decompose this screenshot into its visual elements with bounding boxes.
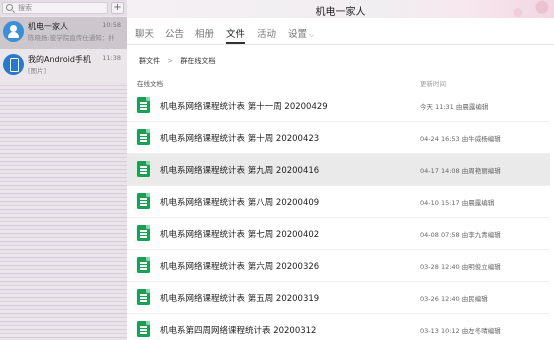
file-name: 机电系网络课程统计表 第七周 20200402 — [160, 230, 320, 240]
file-row[interactable]: 机电系网络课程统计表 第七周 20200402 04-08 07:58 由李九青… — [127, 218, 554, 250]
chat-time: 10:58 — [102, 21, 121, 29]
search-placeholder: 搜索 — [18, 4, 32, 12]
file-row[interactable]: 机电系网络课程统计表 第八周 20200409 04-10 15:17 由晨露编… — [127, 186, 554, 218]
spreadsheet-icon — [137, 129, 150, 145]
title-bar: 机电一家人 — [127, 0, 554, 18]
chat-item-android[interactable]: 我的Android手机 11:38 [图片] — [0, 50, 127, 82]
tab-album[interactable]: 相册 — [195, 26, 214, 40]
tab-chat[interactable]: 聊天 — [135, 26, 154, 40]
main-panel: 机电一家人 聊天 公告 相册 文件 活动 设置 ⌵ 群文件 > 群在线文档 在线文… — [127, 0, 554, 340]
tab-announcement[interactable]: 公告 — [165, 26, 184, 40]
chevron-down-icon: ⌵ — [309, 31, 315, 39]
conversation-sidebar: 搜索 + 机电一家人 10:58 陈晓扬:彼学院直传仕通知：扑 我的Androi… — [0, 0, 127, 340]
file-name: 机电系网络课程统计表 第十一周 20200429 — [160, 102, 328, 112]
file-name: 机电系网络课程统计表 第八周 20200409 — [160, 198, 320, 208]
chat-time: 11:38 — [102, 54, 121, 62]
file-row[interactable]: 机电系网络课程统计表 第五周 20200319 03-26 12:40 由民编辑 — [127, 282, 554, 314]
file-row[interactable]: 机电系网络课程统计表 第十一周 20200429 今天 11:31 由晨露编辑 — [127, 90, 554, 122]
chat-name: 机电一家人 — [28, 22, 68, 31]
file-name: 机电系网络课程统计表 第九周 20200416 — [160, 166, 320, 176]
add-button[interactable]: + — [111, 2, 124, 14]
spreadsheet-icon — [137, 321, 150, 337]
chat-item-group[interactable]: 机电一家人 10:58 陈晓扬:彼学院直传仕通知：扑 — [0, 17, 127, 49]
breadcrumb: 群文件 > 群在线文档 — [139, 56, 215, 66]
breadcrumb-current: 群在线文档 — [180, 57, 216, 65]
file-meta: 04-24 16:53 由牛威杨编辑 — [420, 135, 501, 143]
scrollbar[interactable] — [550, 45, 554, 340]
search-input[interactable]: 搜索 — [2, 2, 108, 14]
file-meta: 04-08 07:58 由李九青编辑 — [420, 231, 501, 239]
tab-files[interactable]: 文件 — [226, 26, 246, 44]
breadcrumb-root[interactable]: 群文件 — [139, 57, 160, 65]
spreadsheet-icon — [137, 161, 150, 177]
file-meta: 04-10 15:17 由晨露编辑 — [420, 199, 495, 207]
tab-settings[interactable]: 设置 ⌵ — [288, 26, 314, 40]
file-row[interactable]: 机电系网络课程统计表 第九周 20200416 04-17 14:08 由周艳丽… — [127, 154, 554, 186]
column-header-name[interactable]: 在线文档 — [137, 78, 163, 88]
tab-settings-label: 设置 — [288, 29, 308, 40]
spreadsheet-icon — [137, 257, 150, 273]
search-row: 搜索 + — [0, 0, 127, 16]
phone-icon — [3, 54, 24, 75]
chat-preview: 陈晓扬:彼学院直传仕通知：扑 — [28, 34, 115, 42]
spreadsheet-icon — [137, 97, 150, 113]
file-row[interactable]: 机电系第四周网络课程统计表 20200312 03-13 10:12 由左冬晴编… — [127, 314, 554, 340]
search-icon — [6, 4, 13, 11]
file-name: 机电系网络课程统计表 第十周 20200423 — [160, 134, 320, 144]
file-row[interactable]: 机电系网络课程统计表 第六周 20200326 03-28 12:40 由明俊立… — [127, 250, 554, 282]
file-meta: 今天 11:31 由晨露编辑 — [420, 103, 489, 111]
list-header: 在线文档 更新时间 — [127, 74, 554, 90]
column-header-time[interactable]: 更新时间 — [420, 78, 446, 88]
tab-activity[interactable]: 活动 — [257, 26, 276, 40]
file-meta: 03-13 10:12 由左冬晴编辑 — [420, 327, 501, 335]
spreadsheet-icon — [137, 289, 150, 305]
file-meta: 03-28 12:40 由明俊立编辑 — [420, 263, 501, 271]
group-icon — [3, 21, 24, 42]
file-row[interactable]: 机电系网络课程统计表 第十周 20200423 04-24 16:53 由牛威杨… — [127, 122, 554, 154]
file-name: 机电系网络课程统计表 第五周 20200319 — [160, 294, 320, 304]
chat-preview: [图片] — [28, 67, 47, 75]
sidebar-background — [0, 82, 127, 340]
spreadsheet-icon — [137, 225, 150, 241]
file-meta: 03-26 12:40 由民编辑 — [420, 295, 488, 303]
chat-name: 我的Android手机 — [28, 55, 91, 64]
file-name: 机电系第四周网络课程统计表 20200312 — [160, 326, 317, 336]
file-name: 机电系网络课程统计表 第六周 20200326 — [160, 262, 320, 272]
window-title: 机电一家人 — [315, 7, 366, 18]
tab-bar: 聊天 公告 相册 文件 活动 设置 ⌵ — [127, 18, 554, 45]
file-meta: 04-17 14:08 由周艳丽编辑 — [420, 167, 501, 175]
spreadsheet-icon — [137, 193, 150, 209]
breadcrumb-separator: > — [167, 57, 174, 65]
